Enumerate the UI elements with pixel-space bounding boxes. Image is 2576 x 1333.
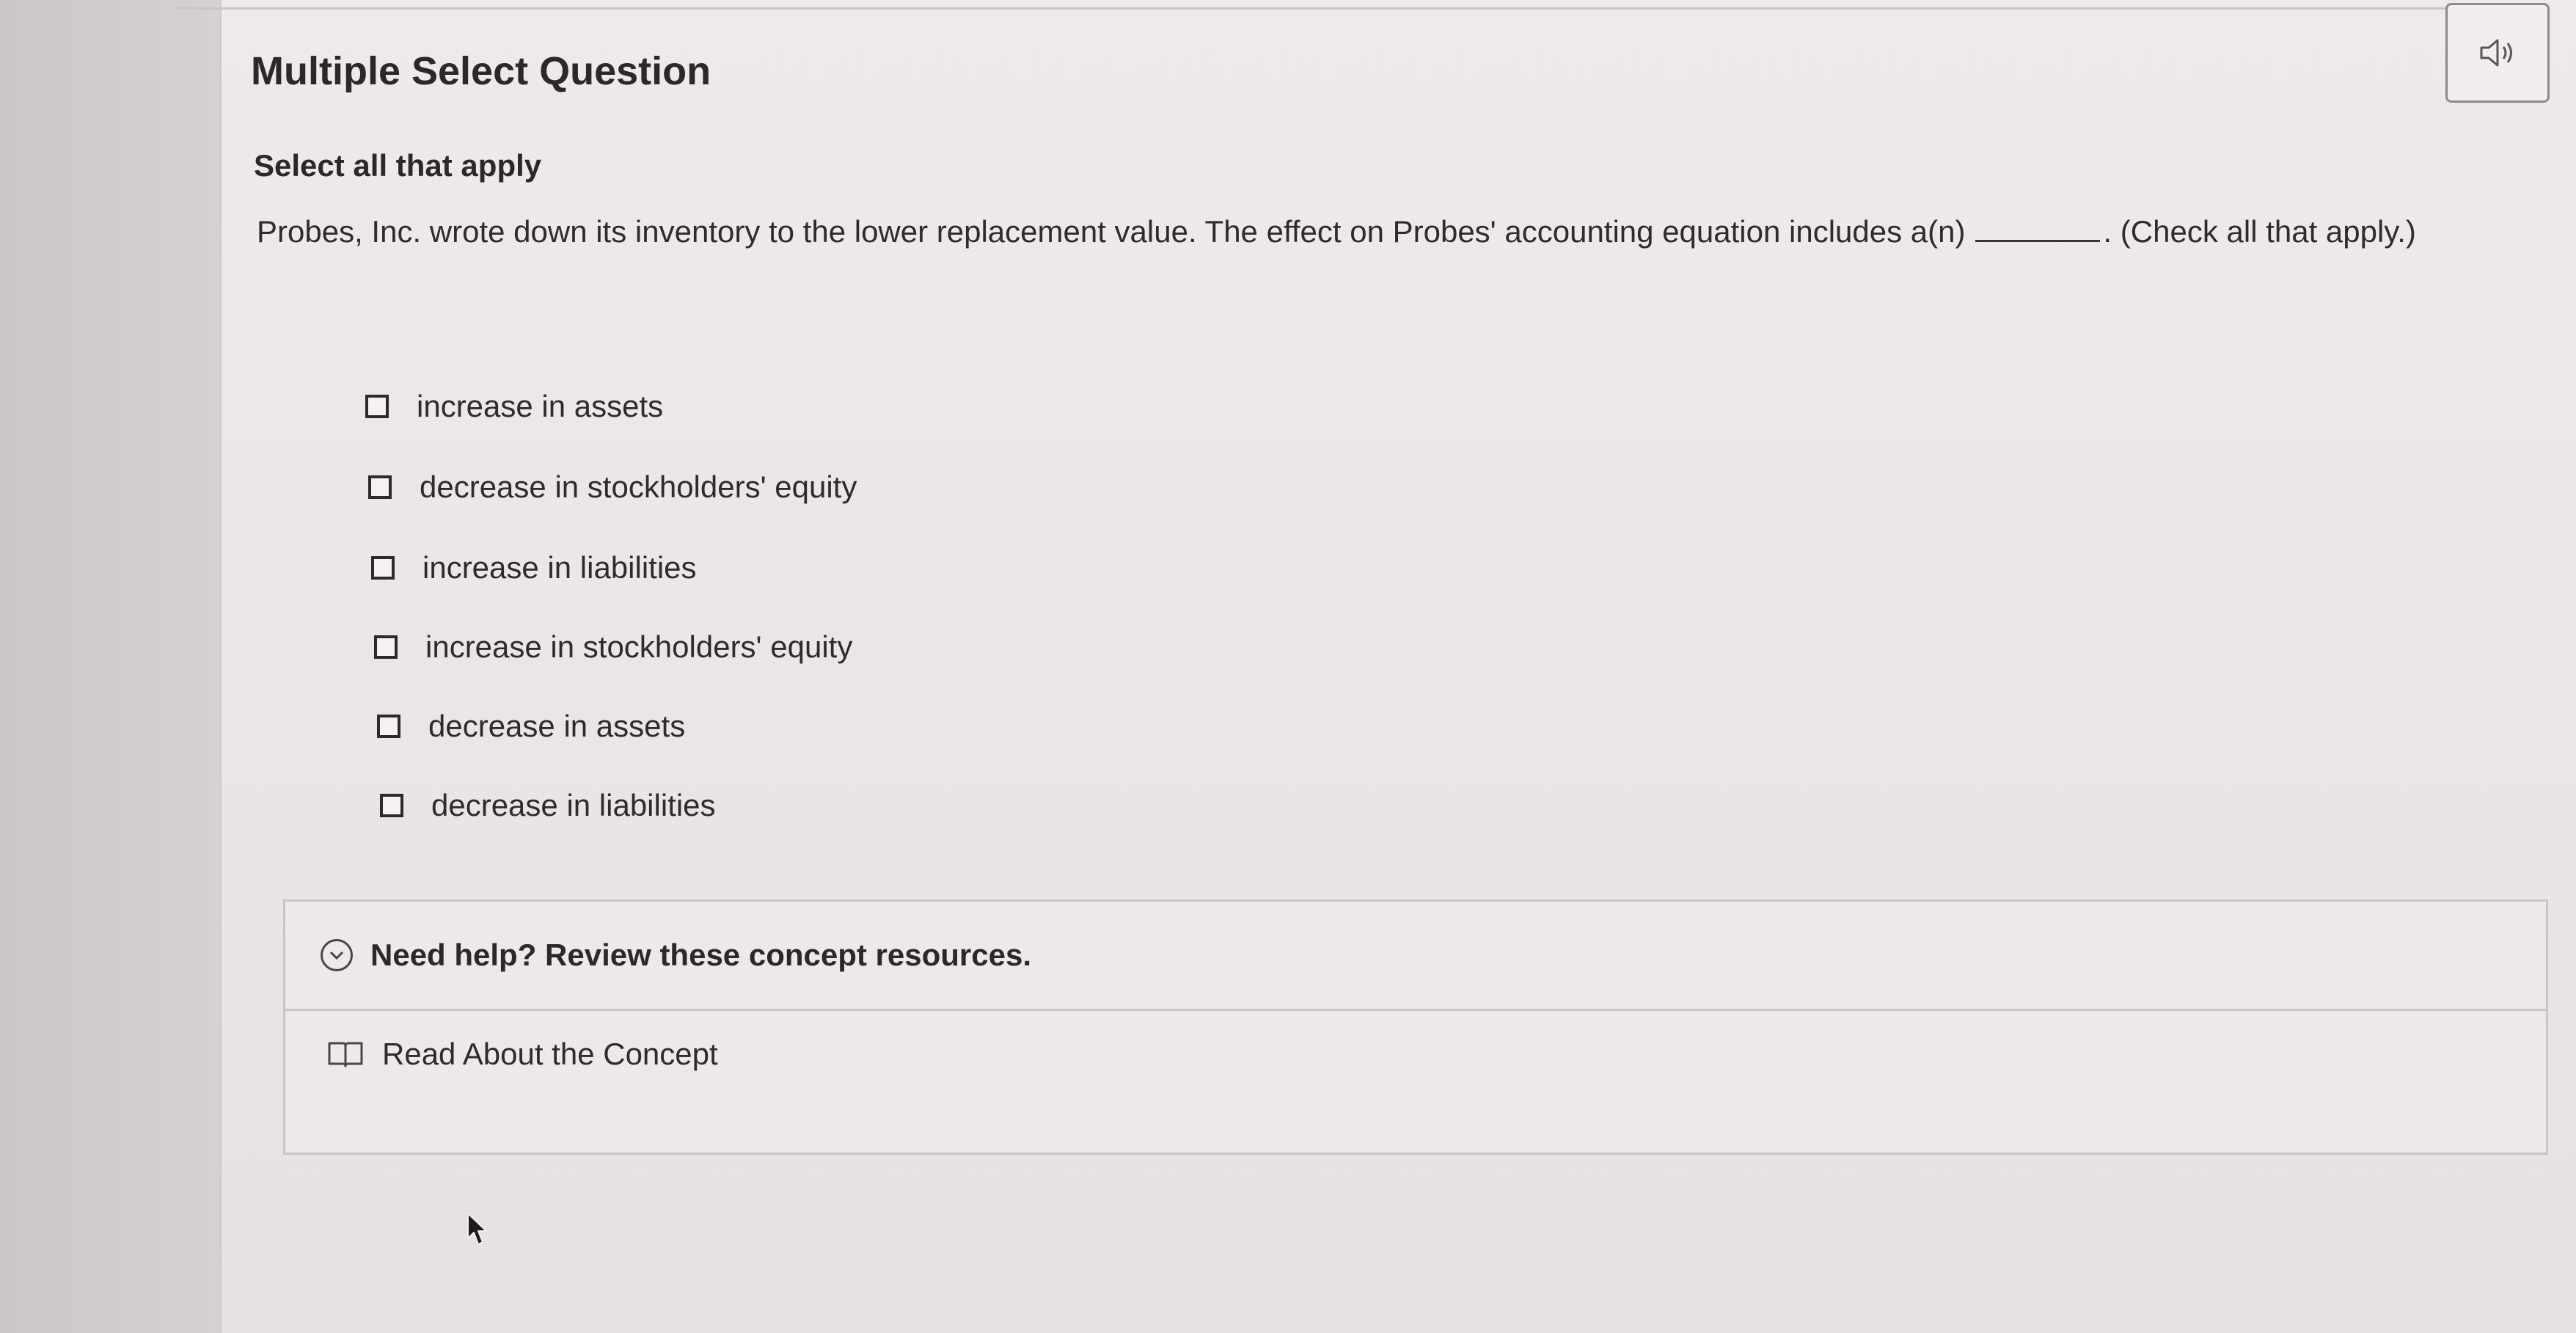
instruction-text: Select all that apply [254, 148, 542, 183]
left-gutter [0, 0, 220, 1333]
concept-resources-toggle[interactable]: Need help? Review these concept resource… [285, 902, 2546, 1011]
chevron-down-icon [329, 951, 344, 960]
checkbox[interactable] [368, 475, 392, 499]
option-increase-in-assets[interactable]: increase in assets [365, 389, 663, 424]
option-increase-in-stockholders-equity[interactable]: increase in stockholders' equity [374, 629, 852, 665]
option-label: decrease in liabilities [431, 788, 716, 822]
concept-resources-title: Need help? Review these concept resource… [370, 938, 1031, 972]
read-about-concept-label: Read About the Concept [382, 1037, 718, 1071]
prompt-text: Probes, Inc. wrote down its inventory to… [257, 214, 1966, 249]
prompt-suffix: . (Check all that apply.) [2103, 214, 2416, 249]
checkbox[interactable] [365, 395, 389, 418]
question-type-heading: Multiple Select Question [251, 49, 711, 93]
top-divider [176, 7, 2494, 10]
option-label: increase in liabilities [422, 550, 697, 585]
speaker-icon [2480, 39, 2512, 67]
option-decrease-in-assets[interactable]: decrease in assets [377, 709, 685, 744]
checkbox[interactable] [377, 715, 400, 738]
checkbox[interactable] [371, 556, 395, 580]
mouse-cursor-icon [467, 1213, 487, 1245]
book-icon [328, 1042, 363, 1067]
concept-resources-panel: Need help? Review these concept resource… [283, 899, 2548, 1155]
chevron-down-circle-icon[interactable] [321, 939, 353, 971]
read-about-concept-link[interactable]: Read About the Concept [326, 1037, 718, 1072]
option-label: increase in assets [417, 389, 664, 423]
answer-blank [1975, 240, 2101, 242]
option-decrease-in-stockholders-equity[interactable]: decrease in stockholders' equity [368, 470, 857, 505]
checkbox[interactable] [380, 794, 403, 817]
option-decrease-in-liabilities[interactable]: decrease in liabilities [380, 788, 716, 823]
option-label: decrease in stockholders' equity [420, 470, 857, 504]
question-prompt: Probes, Inc. wrote down its inventory to… [257, 214, 2531, 249]
read-aloud-button[interactable] [2445, 3, 2550, 103]
option-label: increase in stockholders' equity [425, 629, 853, 664]
option-label: decrease in assets [428, 709, 686, 743]
option-increase-in-liabilities[interactable]: increase in liabilities [371, 550, 697, 585]
checkbox[interactable] [374, 635, 398, 659]
